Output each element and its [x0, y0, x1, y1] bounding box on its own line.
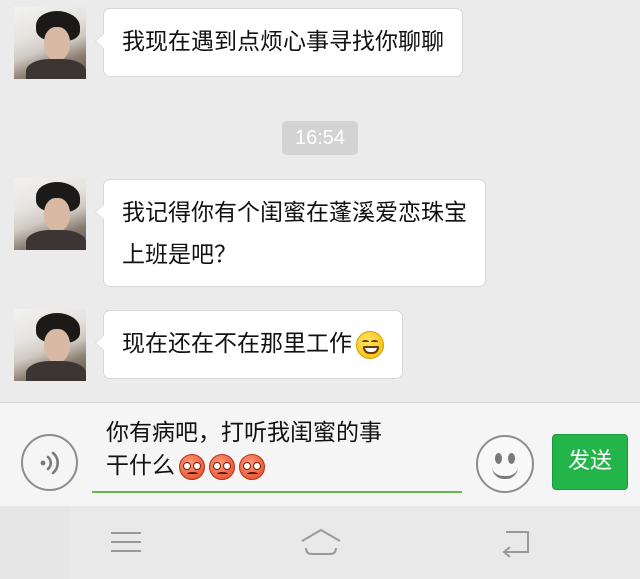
input-text-line: 你有病吧，打听我闺蜜的事 — [106, 420, 382, 446]
message-input[interactable]: 你有病吧，打听我闺蜜的事 干什么 — [92, 411, 462, 493]
send-button[interactable]: 发送 — [552, 434, 628, 490]
angry-emoji — [239, 453, 265, 480]
angry-emoji — [179, 453, 205, 480]
menu-icon[interactable] — [106, 524, 146, 560]
message-bubble[interactable]: 现在还在不在那里工作 — [95, 310, 403, 379]
message-text: 我现在遇到点烦心事寻找你聊聊 — [122, 29, 444, 55]
message-text: 现在还在不在那里工作 — [122, 331, 352, 357]
message-bubble[interactable]: 我现在遇到点烦心事寻找你聊聊 — [95, 8, 463, 77]
message-text-line: 上班是吧？ — [122, 242, 237, 268]
back-icon[interactable] — [496, 524, 536, 560]
voice-input-button[interactable] — [21, 434, 78, 491]
avatar[interactable] — [14, 309, 86, 381]
message-bubble[interactable]: 我记得你有个闺蜜在蓬溪爱恋珠宝 上班是吧？ — [95, 179, 486, 287]
angry-emoji — [209, 453, 235, 480]
message-text-line: 我记得你有个闺蜜在蓬溪爱恋珠宝 — [122, 200, 467, 226]
voice-icon — [40, 451, 59, 474]
avatar[interactable] — [14, 7, 86, 79]
chat-area: 我现在遇到点烦心事寻找你聊聊 16:54 我记得你有个闺蜜在蓬溪爱恋珠宝 上班是… — [0, 0, 640, 402]
system-nav-bar — [0, 506, 640, 579]
avatar[interactable] — [14, 178, 86, 250]
emoji-picker-button[interactable] — [476, 435, 534, 493]
input-text-line: 干什么 — [106, 453, 175, 479]
timestamp: 16:54 — [282, 121, 358, 155]
smiley-icon — [495, 453, 502, 464]
input-bar: 你有病吧，打听我闺蜜的事 干什么 发送 — [0, 402, 640, 506]
grinning-sweat-emoji — [356, 330, 384, 359]
home-icon[interactable] — [298, 524, 344, 560]
